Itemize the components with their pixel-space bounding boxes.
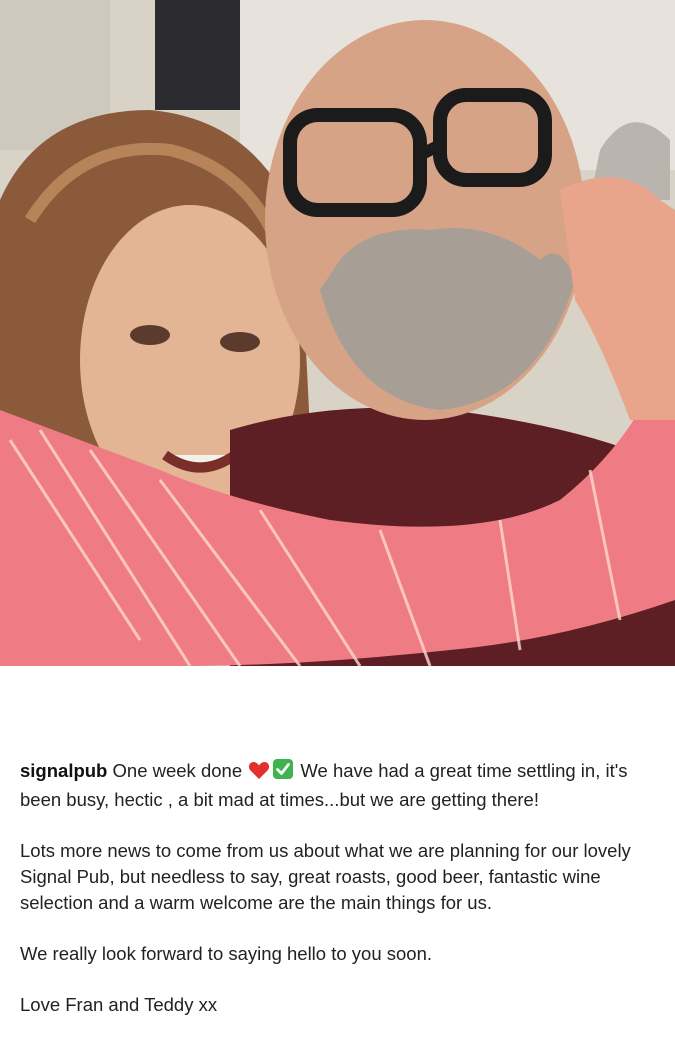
post-caption: signalpub One week done We have had a gr… (20, 758, 660, 1043)
caption-paragraph-2: Lots more news to come from us about wha… (20, 840, 631, 913)
photo-couple-icon (0, 0, 675, 666)
caption-paragraph-3: We really look forward to saying hello t… (20, 943, 433, 964)
post-photo[interactable] (0, 0, 675, 666)
username-link[interactable]: signalpub (20, 760, 107, 781)
caption-text-intro: One week done (112, 760, 243, 781)
caption-text-rest: We have had a great time settling in, it… (20, 760, 628, 810)
caption-paragraph-4: Love Fran and Teddy xx (20, 994, 218, 1015)
check-mark-icon (272, 758, 294, 787)
caption-paragraph-1: signalpub One week done We have had a gr… (20, 758, 660, 813)
heart-icon (248, 760, 270, 787)
